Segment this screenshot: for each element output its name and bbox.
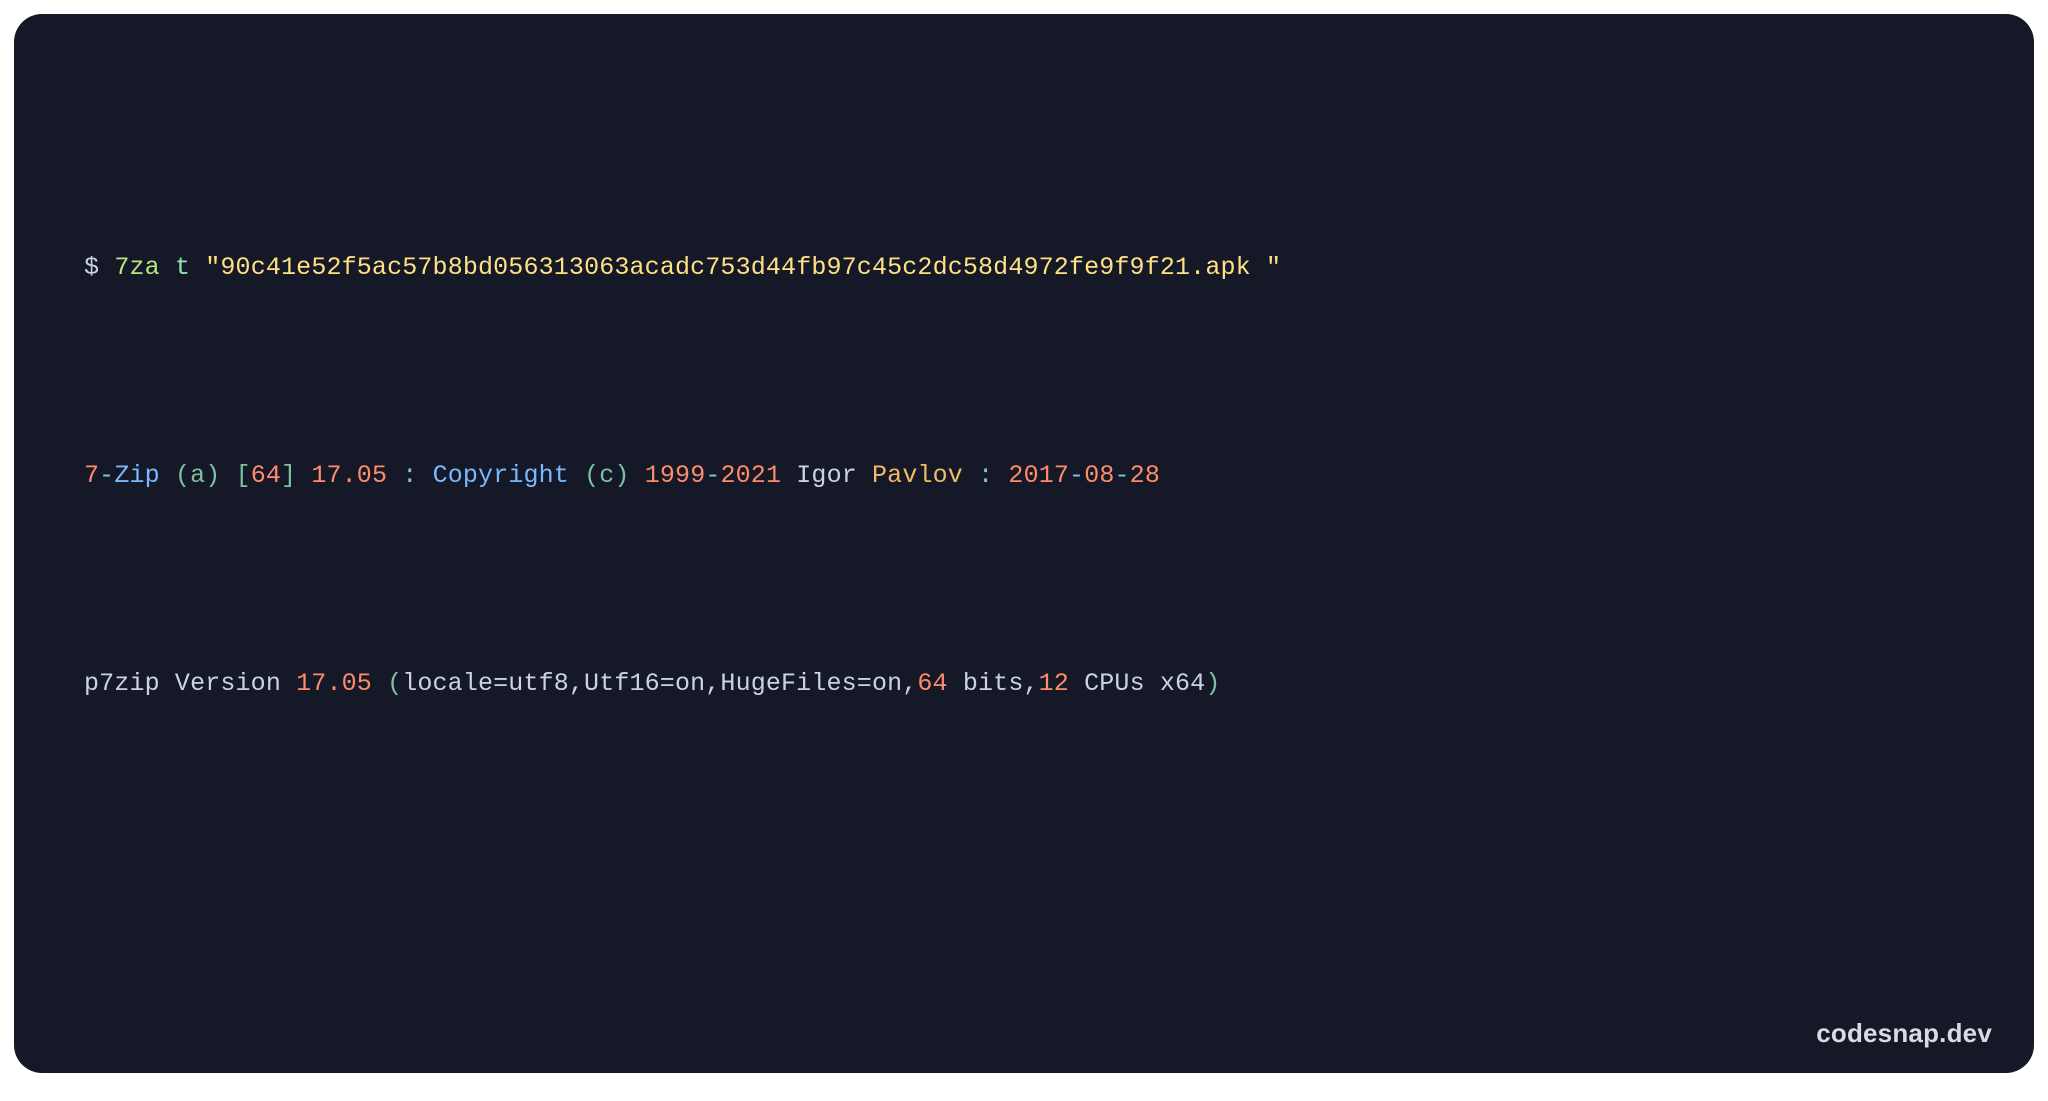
- command-line: $ 7za t "90c41e52f5ac57b8bd056313063acad…: [84, 242, 1964, 294]
- command-name: 7za: [114, 253, 159, 282]
- seven-zip-banner: 7-Zip (a) [64] 17.05 : Copyright (c) 199…: [84, 450, 1964, 502]
- watermark-label: codesnap.dev: [1816, 1018, 1992, 1049]
- string-close: ": [1266, 253, 1281, 282]
- p7zip-version-line: p7zip Version 17.05 (locale=utf8,Utf16=o…: [84, 658, 1964, 710]
- shell-prompt: $: [84, 253, 114, 282]
- terminal-output: $ 7za t "90c41e52f5ac57b8bd056313063acad…: [84, 86, 1964, 1013]
- terminal-window: $ 7za t "90c41e52f5ac57b8bd056313063acad…: [14, 14, 2034, 1073]
- command-flag: t: [175, 253, 190, 282]
- string-open: ": [205, 253, 220, 282]
- apk-filename: 90c41e52f5ac57b8bd056313063acadc753d44fb…: [220, 253, 1266, 282]
- blank-line: [84, 866, 1964, 918]
